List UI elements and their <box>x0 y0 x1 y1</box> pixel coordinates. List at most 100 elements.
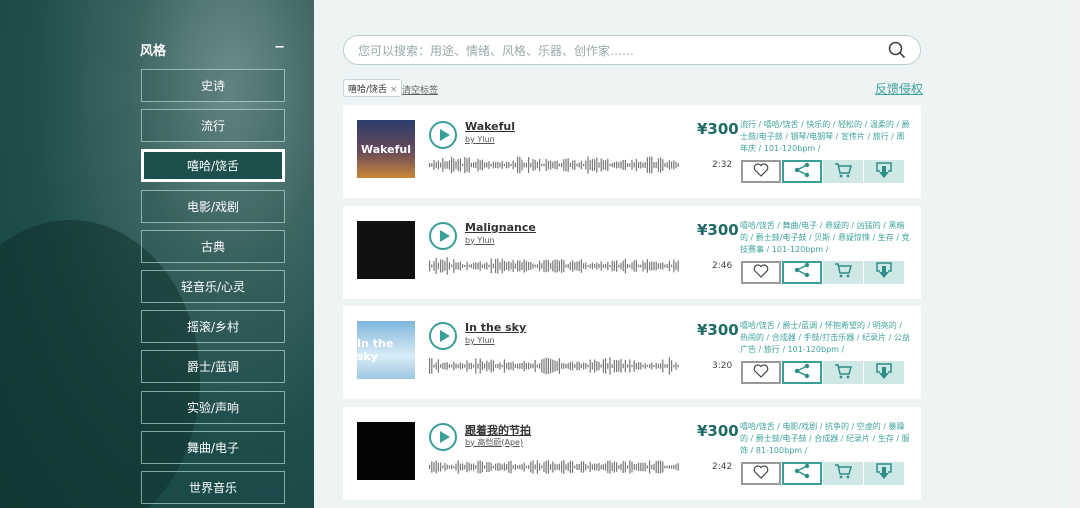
add-to-cart-button[interactable] <box>823 160 863 183</box>
tag-close-icon[interactable]: × <box>390 85 398 95</box>
track-title[interactable]: 跟着我的节拍 <box>465 422 531 438</box>
play-button[interactable] <box>429 422 457 451</box>
album-cover[interactable]: Wakeful <box>357 120 415 178</box>
genre-section-header[interactable]: 风格 − <box>140 40 285 59</box>
waveform[interactable] <box>429 457 681 477</box>
waveform[interactable] <box>429 356 681 376</box>
waveform-bar <box>675 463 677 470</box>
genre-item[interactable]: 实验/声响 <box>141 390 285 424</box>
track-tags[interactable]: 嘻哈/饶舌 / 舞曲/电子 / 悬疑的 / 凶猛的 / 黑暗的 / 爵士鼓/电子… <box>740 220 910 256</box>
waveform-bar <box>448 464 450 469</box>
waveform-bar <box>523 258 525 273</box>
play-button[interactable] <box>429 322 457 350</box>
waveform-bar <box>477 158 479 172</box>
waveform-bar <box>435 257 437 274</box>
waveform-bar <box>451 264 453 267</box>
genre-item[interactable]: 轻音乐/心灵 <box>141 270 285 303</box>
track-title[interactable]: In the sky <box>465 321 526 334</box>
waveform-bar <box>488 264 490 267</box>
track-title[interactable]: Wakeful <box>465 120 515 133</box>
waveform-bar <box>506 463 508 470</box>
track-title[interactable]: Malignance <box>465 221 536 234</box>
price: ¥300 <box>697 421 739 440</box>
waveform-bar <box>558 463 560 470</box>
track-artist[interactable]: by Ylun <box>465 336 495 345</box>
waveform-bar <box>629 264 631 267</box>
feedback-link[interactable]: 反馈侵权 <box>875 80 923 97</box>
waveform-bar <box>459 362 461 370</box>
waveform-bar <box>600 260 602 271</box>
genre-item[interactable]: 舞曲/电子 <box>141 430 285 464</box>
track-tags[interactable]: 流行 / 嘻哈/饶舌 / 快乐的 / 轻松的 / 温柔的 / 爵士鼓/电子鼓 /… <box>740 119 910 155</box>
waveform-bar <box>466 461 468 472</box>
genre-item[interactable]: 流行 <box>141 109 285 143</box>
waveform-bar <box>598 361 600 371</box>
share-button[interactable] <box>782 160 822 183</box>
waveform-bar <box>600 364 602 368</box>
track-tags[interactable]: 嘻哈/饶舌 / 爵士/蓝调 / 怀抱希望的 / 明亮的 / 热闹的 / 合成器 … <box>740 320 910 356</box>
search-bar[interactable]: 您可以搜索：用途、情绪、风格、乐器、创作家…… <box>343 35 921 65</box>
share-button[interactable] <box>782 461 822 485</box>
clear-tags-link[interactable]: 清空标签 <box>402 83 438 96</box>
genre-item[interactable]: 爵士/蓝调 <box>141 350 285 384</box>
album-cover[interactable]: In the sky <box>357 321 415 379</box>
waveform-bar <box>567 158 569 172</box>
like-button[interactable] <box>741 160 781 183</box>
waveform-bar <box>543 259 545 272</box>
genre-item[interactable]: 史诗 <box>141 69 285 102</box>
waveform-bar <box>503 462 505 471</box>
waveform-bar <box>572 361 574 371</box>
waveform-bar <box>631 160 633 170</box>
album-cover[interactable] <box>357 421 415 480</box>
add-to-cart-button[interactable] <box>823 260 863 284</box>
like-button[interactable] <box>741 361 781 384</box>
waveform-bar <box>618 264 620 267</box>
share-button[interactable] <box>782 260 822 284</box>
add-to-cart-button[interactable] <box>823 361 863 384</box>
download-button[interactable] <box>864 461 904 485</box>
waveform-bar <box>594 159 596 171</box>
waveform-bar <box>556 160 558 170</box>
waveform-bar <box>671 360 673 372</box>
waveform-bar <box>435 362 437 370</box>
waveform-bar <box>651 260 653 271</box>
share-button[interactable] <box>782 361 822 384</box>
waveform-bar <box>488 362 490 370</box>
waveform-bar <box>545 259 547 272</box>
track-artist[interactable]: by Ylun <box>465 236 495 245</box>
waveform-bar <box>431 263 433 268</box>
active-filter-tag[interactable]: 嘻哈/饶舌 × <box>343 79 403 97</box>
waveform-bar <box>602 463 604 470</box>
like-button[interactable] <box>741 461 781 485</box>
collapse-icon[interactable]: − <box>274 40 285 59</box>
genre-item[interactable]: 摇滚/乡村 <box>141 310 285 344</box>
waveform-bar <box>484 464 486 469</box>
waveform-bar <box>488 161 490 169</box>
like-button[interactable] <box>741 260 781 284</box>
play-button[interactable] <box>429 121 457 149</box>
waveform-bar <box>521 363 523 369</box>
scrollbar[interactable] <box>1068 0 1080 508</box>
waveform-bar <box>550 262 552 269</box>
genre-item[interactable]: 古典 <box>141 229 285 263</box>
search-icon[interactable] <box>888 41 906 59</box>
play-button[interactable] <box>429 221 457 250</box>
add-to-cart-button[interactable] <box>823 461 863 485</box>
genre-item[interactable]: 世界音乐 <box>141 471 285 504</box>
waveform-bar <box>528 464 530 469</box>
download-button[interactable] <box>864 361 904 384</box>
waveform-bar <box>501 364 503 368</box>
waveform-bar <box>437 462 439 471</box>
download-button[interactable] <box>864 160 904 183</box>
track-artist[interactable]: by 高恺蔚(Ape) <box>465 437 523 448</box>
waveform[interactable] <box>429 155 681 175</box>
search-input[interactable]: 您可以搜索：用途、情绪、风格、乐器、创作家…… <box>358 42 888 59</box>
download-button[interactable] <box>864 260 904 284</box>
waveform[interactable] <box>429 256 681 276</box>
track-artist[interactable]: by Ylun <box>465 135 495 144</box>
genre-item[interactable]: 电影/戏剧 <box>141 189 285 223</box>
waveform-bar <box>622 160 624 170</box>
track-tags[interactable]: 嘻哈/饶舌 / 电影/戏剧 / 抗争的 / 空虚的 / 暴躁的 / 爵士鼓/电子… <box>740 421 910 457</box>
genre-item[interactable]: 嘻哈/饶舌 <box>141 149 285 183</box>
album-cover[interactable] <box>357 220 415 279</box>
